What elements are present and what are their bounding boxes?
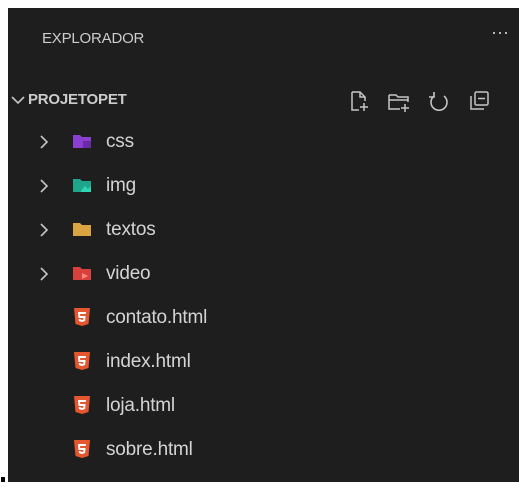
- html5-icon: [74, 308, 90, 326]
- tree-folder-video[interactable]: video: [8, 252, 519, 296]
- tree-item-label: video: [106, 263, 151, 284]
- chevron-right-icon: [40, 179, 49, 193]
- collapse-all-icon[interactable]: [465, 87, 493, 115]
- explorer-header: EXPLORADOR ···: [8, 8, 519, 66]
- tree-item-label: css: [106, 131, 134, 152]
- tree-folder-img[interactable]: img: [8, 164, 519, 208]
- video-folder-icon: [73, 267, 91, 280]
- html5-icon: [74, 352, 90, 370]
- project-section-header[interactable]: PROJETOPET: [8, 80, 519, 120]
- refresh-icon[interactable]: [425, 87, 453, 115]
- image-folder-icon: [73, 179, 91, 192]
- project-actions: [345, 87, 493, 115]
- tree-item-label: textos: [106, 219, 156, 240]
- project-name: PROJETOPET: [28, 91, 127, 108]
- tree-item-label: img: [106, 175, 137, 196]
- tree-file-contato[interactable]: contato.html: [8, 296, 519, 340]
- html5-icon: [74, 396, 90, 414]
- html5-icon: [74, 440, 90, 458]
- tree-item-label: contato.html: [106, 307, 208, 328]
- more-actions-icon[interactable]: ···: [491, 22, 509, 43]
- tree-item-label: sobre.html: [106, 439, 193, 460]
- tree-item-label: loja.html: [106, 395, 175, 416]
- page-edge-mark: [1, 477, 5, 482]
- chevron-right-icon: [40, 267, 49, 281]
- tree-folder-css[interactable]: css: [8, 120, 519, 164]
- css-folder-icon: [73, 135, 91, 148]
- tree-file-loja[interactable]: loja.html: [8, 384, 519, 428]
- tree-file-sobre[interactable]: sobre.html: [8, 428, 519, 472]
- folder-icon: [73, 223, 91, 236]
- tree-file-index[interactable]: index.html: [8, 340, 519, 384]
- explorer-title: EXPLORADOR: [42, 30, 145, 47]
- new-folder-icon[interactable]: [385, 87, 413, 115]
- tree-item-label: index.html: [106, 351, 191, 372]
- explorer-panel: EXPLORADOR ··· PROJETOPET css img textos…: [8, 8, 519, 482]
- chevron-right-icon: [40, 135, 49, 149]
- tree-folder-textos[interactable]: textos: [8, 208, 519, 252]
- chevron-down-icon: [11, 96, 25, 105]
- chevron-right-icon: [40, 223, 49, 237]
- new-file-icon[interactable]: [345, 87, 373, 115]
